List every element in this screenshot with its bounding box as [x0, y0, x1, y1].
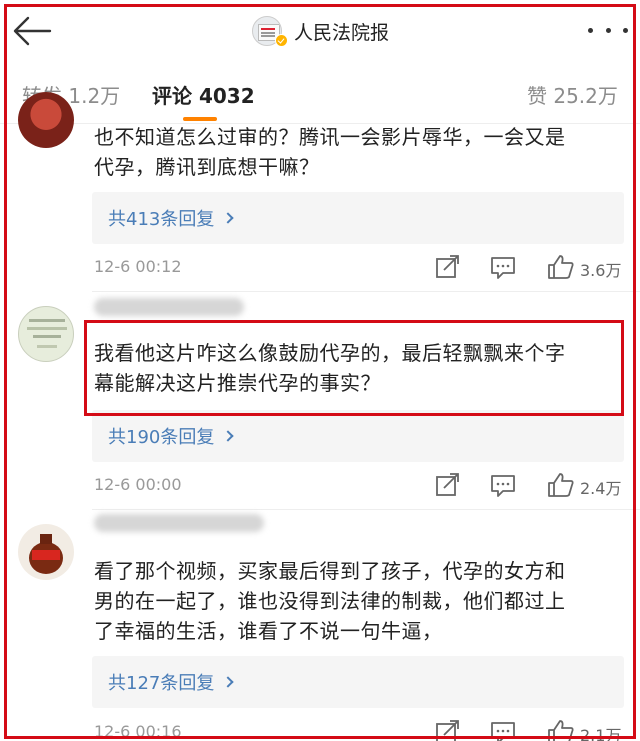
replies-label: 共127条回复	[108, 673, 215, 694]
view-replies-button[interactable]: 共127条回复	[92, 656, 624, 708]
comment-icon[interactable]	[488, 718, 518, 741]
more-dot-icon	[623, 27, 628, 33]
active-tab-indicator	[183, 117, 217, 121]
username-blurred[interactable]	[94, 514, 264, 532]
share-icon[interactable]	[432, 718, 462, 741]
tab-bar: 转发 1.2万 评论 4032 赞 25.2万	[0, 62, 640, 124]
comment-time: 12-6 00:00	[94, 475, 182, 494]
verified-badge-icon	[275, 34, 288, 47]
more-options-button[interactable]	[588, 18, 628, 42]
like-count: 3.6万	[580, 261, 622, 280]
top-bar: 人民法院报	[0, 0, 640, 62]
avatar[interactable]	[18, 306, 74, 362]
like-icon[interactable]	[546, 718, 576, 741]
back-button[interactable]	[12, 14, 52, 48]
avatar-image	[29, 534, 63, 574]
comment-line: 幕能解决这片推崇代孕的事实？	[94, 371, 381, 395]
comment-line: 我看他这片咋这么像鼓励代孕的，最后轻飘飘来个字	[94, 341, 566, 365]
comment-text: 也不知道怎么过审的？腾讯一会影片辱华，一会又是 代孕，腾讯到底想干嘛？	[94, 122, 624, 182]
comment-text: 我看他这片咋这么像鼓励代孕的，最后轻飘飘来个字 幕能解决这片推崇代孕的事实？	[94, 338, 624, 398]
more-dot-icon	[605, 27, 611, 33]
divider	[92, 291, 640, 292]
comment-icon[interactable]	[488, 471, 518, 499]
tab-comments[interactable]: 评论 4032	[152, 80, 255, 109]
replies-label: 共190条回复	[108, 427, 215, 448]
like-count: 2.4万	[580, 479, 622, 498]
comment-time: 12-6 00:16	[94, 722, 182, 741]
avatar[interactable]	[18, 524, 74, 580]
chevron-right-icon	[222, 676, 235, 688]
page-title: 人民法院报	[294, 21, 390, 44]
comment-meta: 12-6 00:16 2.1万	[94, 718, 624, 741]
comment-line: 男的在一起了，谁也没得到法律的制裁，他们都过上	[94, 589, 566, 613]
chevron-right-icon	[222, 212, 235, 224]
comment-meta: 12-6 00:00 2.4万	[94, 471, 624, 501]
like-icon[interactable]	[546, 471, 576, 499]
comment-time: 12-6 00:12	[94, 257, 182, 276]
divider	[92, 509, 640, 510]
comment-meta: 12-6 00:12 3.6万	[94, 253, 624, 283]
view-replies-button[interactable]: 共190条回复	[92, 410, 624, 462]
like-count: 2.1万	[580, 726, 622, 741]
share-icon[interactable]	[432, 253, 462, 281]
tab-likes[interactable]: 赞 25.2万	[527, 80, 618, 109]
comment-text: 看了那个视频，买家最后得到了孩子，代孕的女方和 男的在一起了，谁也没得到法律的制…	[94, 556, 624, 646]
avatar-image	[27, 319, 67, 348]
comment-icon[interactable]	[488, 253, 518, 281]
more-dot-icon	[588, 27, 593, 33]
share-icon[interactable]	[432, 471, 462, 499]
chevron-right-icon	[222, 430, 235, 442]
back-arrow-icon	[13, 16, 52, 46]
replies-label: 共413条回复	[108, 209, 215, 230]
username-blurred[interactable]	[94, 298, 244, 316]
account-title[interactable]: 人民法院报	[252, 14, 389, 48]
comment-line: 了幸福的生活，谁看了不说一句牛逼，	[94, 619, 443, 643]
like-icon[interactable]	[546, 253, 576, 281]
comment-line: 看了那个视频，买家最后得到了孩子，代孕的女方和	[94, 559, 566, 583]
view-replies-button[interactable]: 共413条回复	[92, 192, 624, 244]
comment-line: 代孕，腾讯到底想干嘛？	[94, 155, 320, 179]
avatar[interactable]	[18, 92, 74, 148]
comment-line: 也不知道怎么过审的？腾讯一会影片辱华，一会又是	[94, 125, 566, 149]
